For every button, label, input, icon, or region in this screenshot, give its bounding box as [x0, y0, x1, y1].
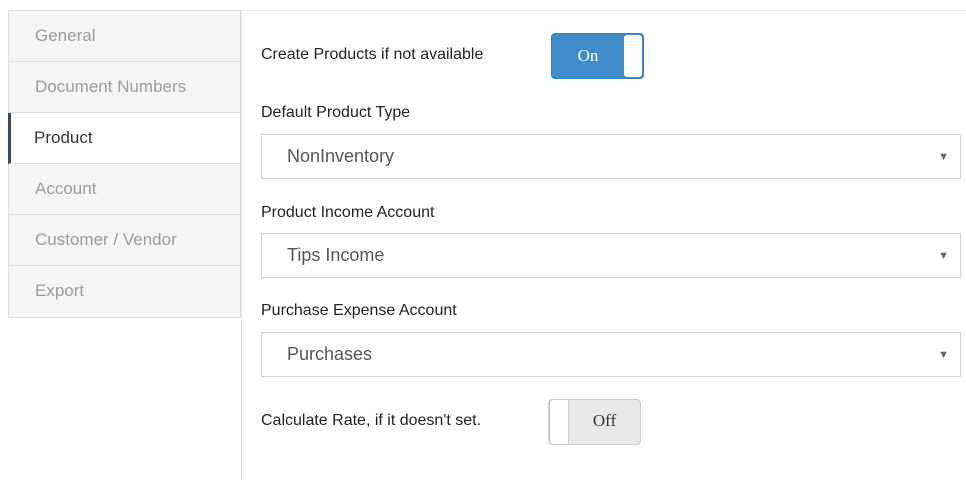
toggle-state-label: Off	[592, 411, 617, 430]
create-products-toggle[interactable]: On	[551, 33, 644, 79]
create-products-label: Create Products if not available	[261, 46, 484, 63]
sidebar-item-export[interactable]: Export	[9, 266, 240, 317]
sidebar-item-account[interactable]: Account	[9, 164, 240, 215]
sidebar-item-general[interactable]: General	[9, 11, 240, 62]
default-product-type-label: Default Product Type	[261, 104, 411, 121]
top-border	[241, 10, 966, 11]
calculate-rate-toggle[interactable]: Off	[548, 399, 641, 445]
select-value: Tips Income	[287, 245, 385, 265]
select-value: Purchases	[287, 344, 373, 364]
purchase-expense-account-label: Purchase Expense Account	[261, 302, 457, 319]
toggle-knob	[549, 399, 569, 445]
caret-down-icon: ▼	[938, 349, 949, 361]
sidebar-item-product[interactable]: Product	[8, 113, 240, 164]
sidebar-item-customer-vendor[interactable]: Customer / Vendor	[9, 215, 240, 266]
default-product-type-select[interactable]: NonInventory ▼	[261, 134, 961, 179]
caret-down-icon: ▼	[938, 151, 949, 163]
sidebar-item-document-numbers[interactable]: Document Numbers	[9, 62, 240, 113]
toggle-state-label: On	[577, 46, 599, 65]
select-value: NonInventory	[287, 146, 395, 166]
caret-down-icon: ▼	[938, 250, 949, 262]
product-income-account-select[interactable]: Tips Income ▼	[261, 233, 961, 278]
settings-sidebar: General Document Numbers Product Account…	[8, 10, 241, 318]
calculate-rate-label: Calculate Rate, if it doesn't set.	[261, 412, 482, 429]
toggle-knob	[624, 35, 642, 77]
purchase-expense-account-select[interactable]: Purchases ▼	[261, 332, 961, 377]
product-income-account-label: Product Income Account	[261, 204, 435, 221]
vertical-divider	[241, 10, 242, 480]
settings-page: General Document Numbers Product Account…	[0, 0, 966, 480]
